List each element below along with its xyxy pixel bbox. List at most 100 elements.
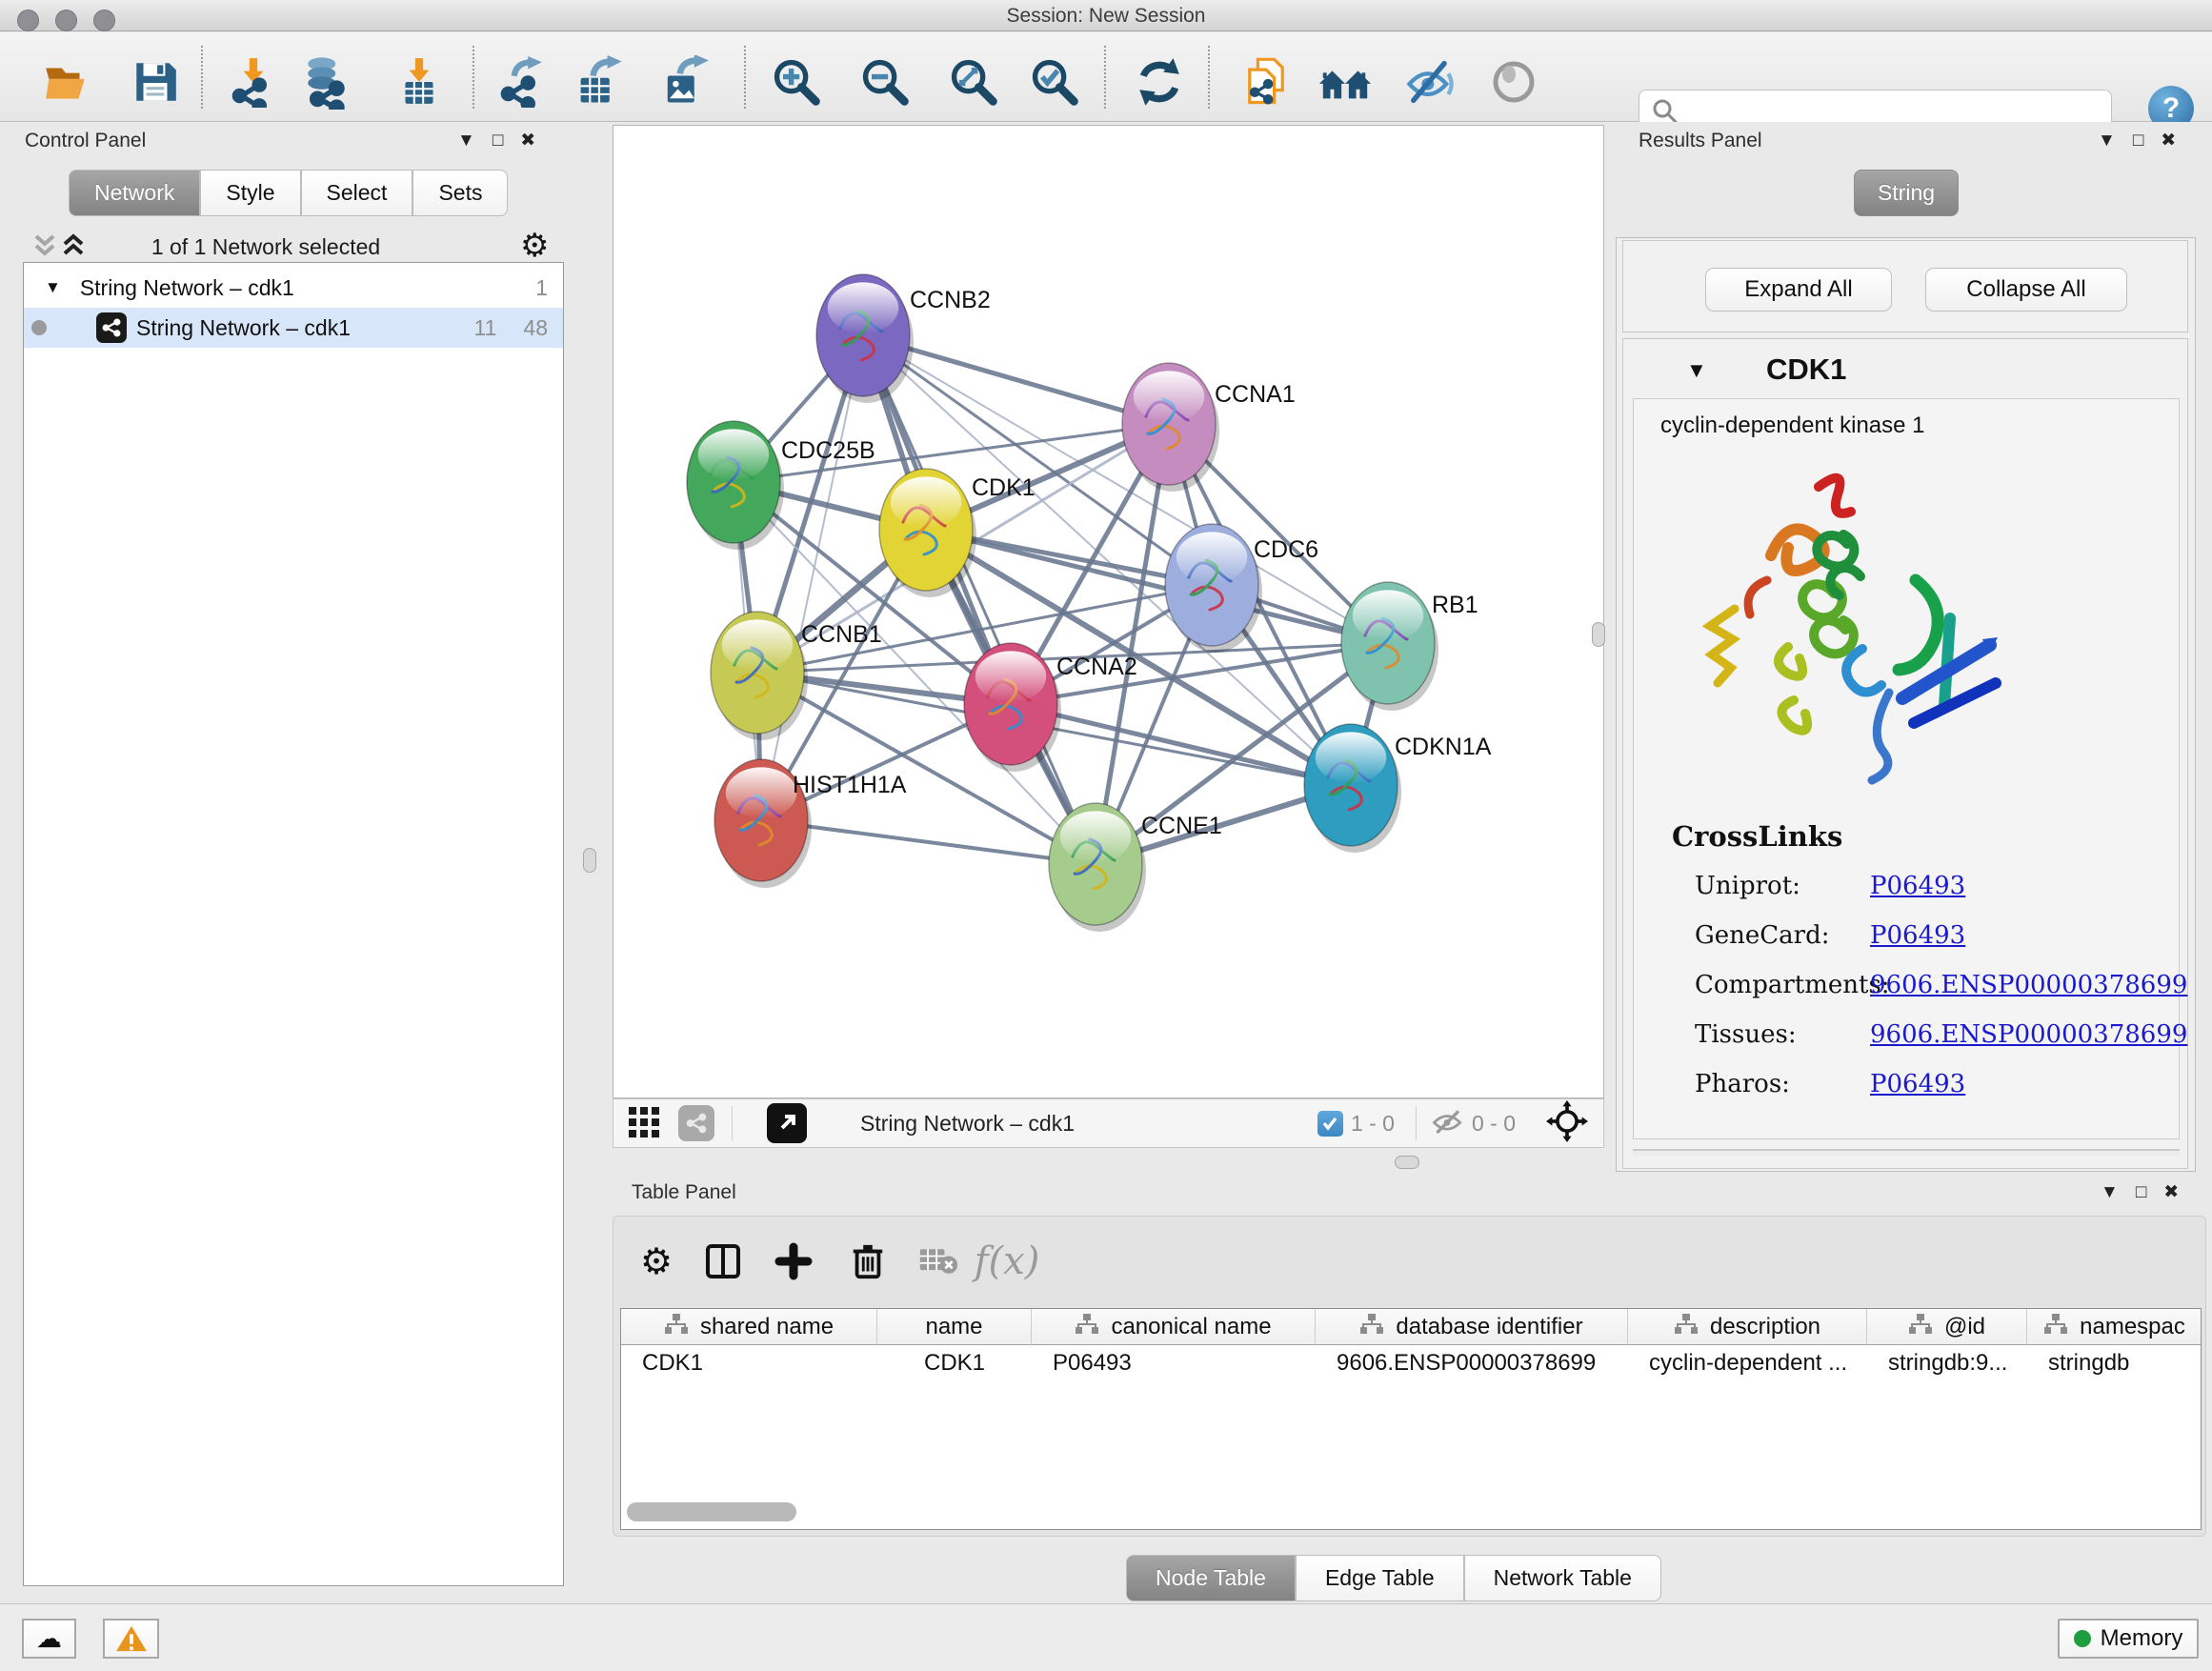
- memory-button[interactable]: Memory: [2058, 1619, 2199, 1659]
- selected-nodes-checkbox[interactable]: [1317, 1111, 1343, 1137]
- export-table-icon[interactable]: [572, 54, 627, 110]
- duplicate-network-icon[interactable]: [1238, 54, 1294, 110]
- panel-menu-icon[interactable]: ▼: [2101, 1183, 2119, 1201]
- crosslink-link[interactable]: P06493: [1870, 1070, 1965, 1098]
- protein-section-header[interactable]: ▼ CDK1: [1623, 339, 2187, 398]
- node-label-RB1: RB1: [1432, 592, 1478, 618]
- toolbar-separator: [744, 46, 746, 109]
- edge-CCNB2-HIST1H1A[interactable]: [761, 335, 863, 820]
- panel-float-icon[interactable]: □: [2136, 1183, 2146, 1201]
- protein-details: cyclin-dependent kinase 1: [1633, 398, 2180, 1139]
- show-hide-graphic-details-icon[interactable]: [1402, 54, 1458, 110]
- node-table[interactable]: shared namenamecanonical namedatabase id…: [620, 1308, 2202, 1530]
- add-column-icon[interactable]: [772, 1239, 815, 1283]
- refresh-layout-icon[interactable]: [1132, 54, 1187, 110]
- node-RB1[interactable]: RB1: [1341, 582, 1478, 711]
- edge-CCNA2-CDKN1A[interactable]: [1011, 704, 1351, 785]
- node-CDC25B[interactable]: CDC25B: [687, 421, 875, 550]
- tab-string[interactable]: String: [1854, 170, 1959, 216]
- column-header-@id[interactable]: @id: [1867, 1309, 2027, 1345]
- node-CCNA2[interactable]: CCNA2: [964, 643, 1137, 772]
- network-options-gear-icon[interactable]: ⚙: [520, 227, 549, 265]
- node-CCNA1[interactable]: CCNA1: [1122, 363, 1296, 492]
- table-cell[interactable]: 9606.ENSP00000378699: [1316, 1345, 1628, 1381]
- collapse-arrow-icon[interactable]: ▼: [1686, 358, 1707, 383]
- zoom-selected-icon[interactable]: [1027, 54, 1082, 110]
- right-splitter-handle[interactable]: [1592, 622, 1605, 647]
- network-overview-icon[interactable]: [678, 1105, 714, 1141]
- warning-icon[interactable]: [103, 1619, 159, 1659]
- table-cell[interactable]: CDK1: [877, 1345, 1032, 1381]
- tab-node-table[interactable]: Node Table: [1126, 1555, 1296, 1601]
- export-image-icon[interactable]: [656, 54, 712, 110]
- export-network-icon[interactable]: [494, 54, 550, 110]
- panel-close-icon[interactable]: ✖: [2163, 1183, 2179, 1201]
- tab-style[interactable]: Style: [200, 170, 300, 216]
- left-splitter-handle[interactable]: [583, 848, 596, 873]
- panel-float-icon[interactable]: □: [2133, 131, 2143, 150]
- table-cell[interactable]: cyclin-dependent ...: [1628, 1345, 1867, 1381]
- home-icon[interactable]: [1317, 54, 1373, 110]
- panel-menu-icon[interactable]: ▼: [457, 131, 475, 150]
- zoom-fit-content-icon[interactable]: [946, 54, 1001, 110]
- panel-menu-icon[interactable]: ▼: [2098, 131, 2116, 150]
- network-canvas[interactable]: CCNB2CCNA1CDC25BCDK1CDC6RB1CCNB1CCNA2CDK…: [613, 125, 1604, 1098]
- grid-view-icon[interactable]: [627, 1103, 663, 1144]
- save-session-icon[interactable]: [128, 54, 183, 110]
- node-CDKN1A[interactable]: CDKN1A: [1304, 724, 1492, 853]
- node-CCNE1[interactable]: CCNE1: [1049, 803, 1222, 932]
- crosslink-row: Compartments:9606.ENSP00000378699: [1634, 961, 2179, 1011]
- fit-selected-crosshair-icon[interactable]: [1546, 1100, 1588, 1147]
- cloud-status-icon[interactable]: ☁: [22, 1619, 76, 1659]
- crosslink-link[interactable]: P06493: [1870, 921, 1965, 950]
- node-CCNB1[interactable]: CCNB1: [711, 612, 882, 740]
- node-HIST1H1A[interactable]: HIST1H1A: [714, 759, 907, 888]
- column-header-namespac[interactable]: namespac: [2027, 1309, 2202, 1345]
- panel-close-icon[interactable]: ✖: [520, 131, 535, 150]
- open-session-icon[interactable]: [39, 54, 94, 110]
- control-panel-buttons: ▼ □ ✖: [457, 131, 535, 150]
- column-header-shared-name[interactable]: shared name: [621, 1309, 877, 1345]
- tab-select[interactable]: Select: [301, 170, 413, 216]
- crosslink-link[interactable]: 9606.ENSP00000378699: [1870, 1020, 2187, 1049]
- column-header-description[interactable]: description: [1628, 1309, 1867, 1345]
- import-table-file-icon[interactable]: [392, 54, 447, 110]
- panel-float-icon[interactable]: □: [493, 131, 503, 150]
- bottom-splitter-handle[interactable]: [1395, 1156, 1419, 1169]
- table-cell[interactable]: stringdb:9...: [1867, 1345, 2027, 1381]
- delete-column-trash-icon[interactable]: [846, 1239, 890, 1283]
- column-header-canonical-name[interactable]: canonical name: [1032, 1309, 1316, 1345]
- zoom-out-icon[interactable]: [857, 54, 913, 110]
- string-results-container: Expand All Collapse All ▼ CDK1 cyclin-de…: [1616, 237, 2196, 1172]
- column-header-database-identifier[interactable]: database identifier: [1316, 1309, 1628, 1345]
- panel-close-icon[interactable]: ✖: [2161, 131, 2176, 150]
- tab-network-table[interactable]: Network Table: [1464, 1555, 1661, 1601]
- network-row-selected[interactable]: String Network – cdk1 11 48: [24, 308, 563, 348]
- table-cell[interactable]: CDK1: [621, 1345, 877, 1381]
- detach-view-icon[interactable]: [767, 1103, 807, 1143]
- table-cell[interactable]: stringdb: [2027, 1345, 2202, 1381]
- crosslink-link[interactable]: 9606.ENSP00000378699: [1870, 971, 2187, 999]
- hidden-items-eye-icon[interactable]: [1430, 1107, 1464, 1140]
- import-network-file-icon[interactable]: [226, 54, 281, 110]
- tab-network[interactable]: Network: [69, 170, 200, 216]
- table-options-gear-icon[interactable]: ⚙: [634, 1239, 678, 1283]
- table-cell[interactable]: P06493: [1032, 1345, 1316, 1381]
- crosslink-link[interactable]: P06493: [1870, 872, 1965, 900]
- table-header-row: shared namenamecanonical namedatabase id…: [621, 1309, 2202, 1345]
- tab-sets[interactable]: Sets: [412, 170, 508, 216]
- collapse-arrow-icon[interactable]: ▼: [45, 278, 61, 297]
- tab-edge-table[interactable]: Edge Table: [1296, 1555, 1464, 1601]
- column-header-name[interactable]: name: [877, 1309, 1032, 1345]
- collapse-all-button[interactable]: Collapse All: [1925, 268, 2127, 312]
- search-input[interactable]: [1685, 98, 2111, 125]
- network-graph[interactable]: CCNB2CCNA1CDC25BCDK1CDC6RB1CCNB1CCNA2CDK…: [613, 126, 1603, 1097]
- horizontal-scrollbar[interactable]: [627, 1502, 796, 1521]
- node-CCNB2[interactable]: CCNB2: [816, 274, 991, 403]
- expand-all-button[interactable]: Expand All: [1705, 268, 1892, 312]
- network-collection-row[interactable]: ▼ String Network – cdk1 1: [24, 268, 563, 308]
- zoom-in-icon[interactable]: [769, 54, 824, 110]
- show-columns-icon[interactable]: [701, 1239, 745, 1283]
- table-row[interactable]: CDK1CDK1P064939606.ENSP00000378699cyclin…: [621, 1345, 2202, 1381]
- import-network-database-icon[interactable]: [296, 54, 352, 110]
